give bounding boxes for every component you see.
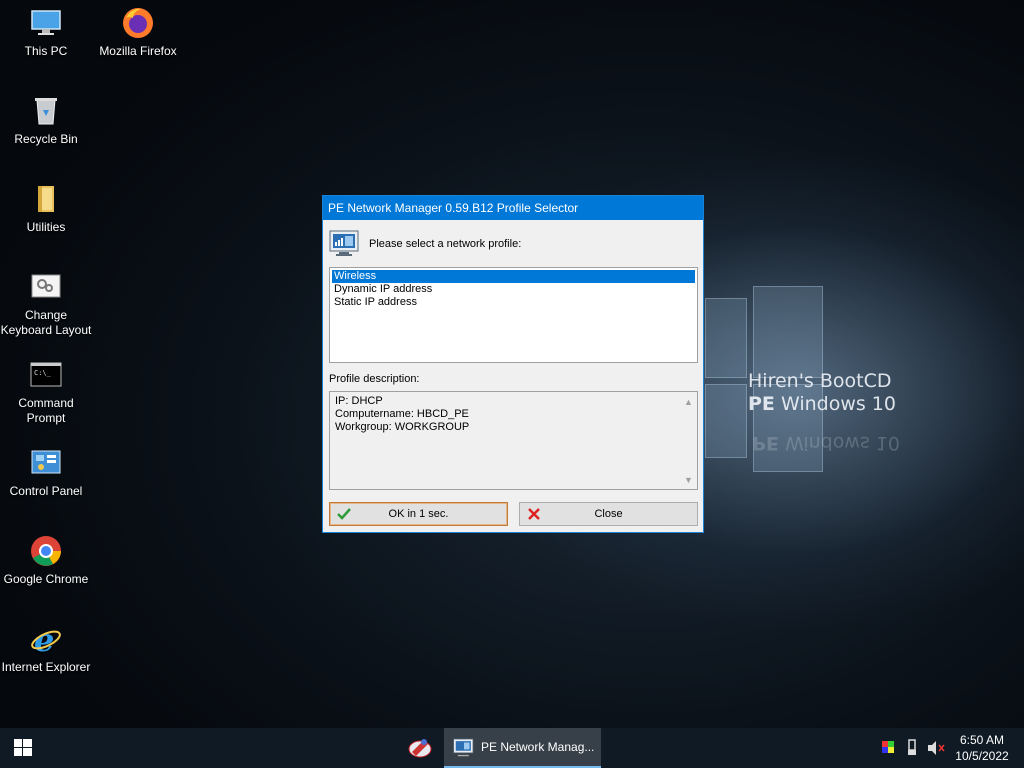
profile-item-dynamic-ip[interactable]: Dynamic IP address: [332, 283, 695, 296]
checkmark-icon: [336, 506, 352, 522]
taskbar: PE Network Manag... 6:50 AM 10/5/2022: [0, 728, 1024, 768]
description-line: Workgroup: WORKGROUP: [335, 421, 470, 433]
desktop-icon-label: Internet Explorer: [1, 660, 91, 674]
pinned-tool-icon: [408, 739, 432, 758]
desktop-icon-label: Utilities: [26, 220, 66, 234]
taskbar-clock[interactable]: 6:50 AM 10/5/2022: [948, 732, 1016, 764]
folder-icon: [29, 182, 63, 216]
desktop-icon-recycle-bin[interactable]: Recycle Bin: [0, 94, 92, 147]
start-button[interactable]: [0, 728, 48, 768]
wallpaper-line1: Hiren's BootCD: [748, 370, 892, 392]
recycle-bin-icon: [29, 94, 63, 128]
network-manager-icon: [329, 230, 361, 261]
command-prompt-icon: C:\_: [29, 358, 63, 392]
desktop-icon-change-keyboard-layout[interactable]: Change Keyboard Layout: [0, 270, 92, 338]
taskbar-app-label: PE Network Manag...: [481, 740, 595, 754]
dialog-prompt: Please select a network profile:: [369, 238, 522, 250]
desktop-icon-label-line2: Prompt: [26, 411, 66, 425]
desktop-icon-label: Recycle Bin: [14, 132, 78, 146]
taskbar-network-manager-button[interactable]: PE Network Manag...: [444, 728, 601, 768]
control-panel-icon: [29, 446, 63, 480]
clock-time: 6:50 AM: [959, 733, 1005, 747]
clock-date: 10/5/2022: [955, 749, 1009, 763]
desktop-icon-internet-explorer[interactable]: e Internet Explorer: [0, 621, 92, 675]
keyboard-layout-icon: [29, 270, 63, 304]
desktop-icon-label-line1: Change: [24, 308, 68, 322]
taskbar-pinned-app[interactable]: [400, 728, 440, 768]
profile-item-wireless[interactable]: Wireless: [332, 270, 695, 283]
desktop-icon-utilities[interactable]: Utilities: [0, 182, 92, 235]
desktop-icon-command-prompt[interactable]: C:\_ Command Prompt: [0, 358, 92, 426]
chrome-icon: [29, 534, 63, 568]
profile-item-static-ip[interactable]: Static IP address: [332, 296, 695, 309]
close-button-label: Close: [594, 508, 623, 520]
desktop-icon-label: This PC: [24, 44, 68, 58]
usb-device-icon[interactable]: [905, 728, 919, 768]
wallpaper-reflection: PE Windows 10: [752, 432, 900, 454]
wallpaper-line2: PE Windows 10: [748, 393, 896, 415]
scroll-down-arrow-icon[interactable]: ▼: [684, 474, 693, 487]
scroll-up-arrow-icon[interactable]: ▲: [684, 396, 693, 409]
firefox-icon: [121, 6, 155, 40]
description-scrollbar[interactable]: ▲ ▼: [681, 392, 697, 489]
profile-description-label: Profile description:: [329, 373, 420, 385]
dialog-header: Please select a network profile:: [329, 230, 689, 256]
computer-icon: [29, 6, 63, 40]
desktop-icon-label: Mozilla Firefox: [99, 44, 177, 58]
close-button[interactable]: Close: [519, 502, 698, 526]
tray-color-icon[interactable]: [880, 728, 898, 768]
ok-button-label: OK in 1 sec.: [388, 508, 449, 520]
desktop-icon-label: Control Panel: [9, 484, 83, 498]
desktop-icon-control-panel[interactable]: Control Panel: [0, 446, 92, 499]
profile-listbox[interactable]: Wireless Dynamic IP address Static IP ad…: [329, 267, 698, 363]
ok-button[interactable]: OK in 1 sec.: [329, 502, 508, 526]
svg-text:C:\_: C:\_: [34, 369, 52, 377]
profile-description-box: IP: DHCP Computername: HBCD_PE Workgroup…: [329, 391, 698, 490]
wallpaper-text: Hiren's BootCD PE Windows 10: [748, 370, 896, 416]
description-line: IP: DHCP: [335, 395, 383, 407]
windows-logo-icon: [14, 739, 32, 756]
description-line: Computername: HBCD_PE: [335, 408, 469, 420]
desktop-icon-label-line2: Keyboard Layout: [0, 323, 92, 337]
close-x-icon: [526, 506, 542, 522]
desktop-icon-google-chrome[interactable]: Google Chrome: [0, 534, 92, 587]
internet-explorer-icon: e: [29, 621, 63, 659]
desktop-icon-firefox[interactable]: Mozilla Firefox: [92, 6, 184, 59]
dialog-titlebar[interactable]: PE Network Manager 0.59.B12 Profile Sele…: [323, 196, 703, 220]
desktop-icon-label-line1: Command: [18, 396, 74, 410]
desktop-icon-label: Google Chrome: [3, 572, 89, 586]
profile-selector-dialog: PE Network Manager 0.59.B12 Profile Sele…: [322, 195, 704, 533]
volume-muted-icon[interactable]: [926, 728, 946, 768]
network-manager-taskbar-icon: [453, 738, 474, 757]
desktop-icon-this-pc[interactable]: This PC: [0, 6, 92, 59]
